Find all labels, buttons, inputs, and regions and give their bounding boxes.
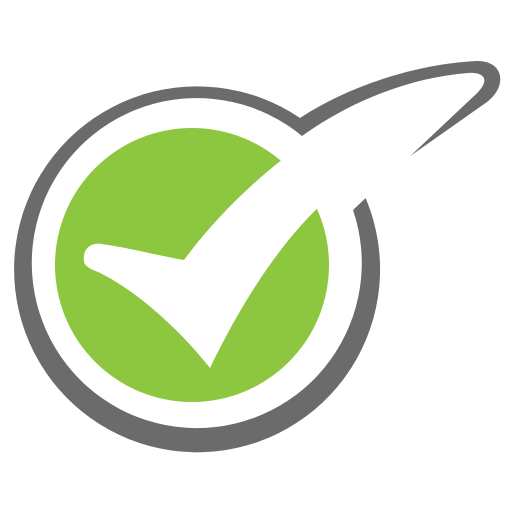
checkmark-badge xyxy=(0,0,512,512)
checkmark-badge-icon xyxy=(14,60,501,453)
